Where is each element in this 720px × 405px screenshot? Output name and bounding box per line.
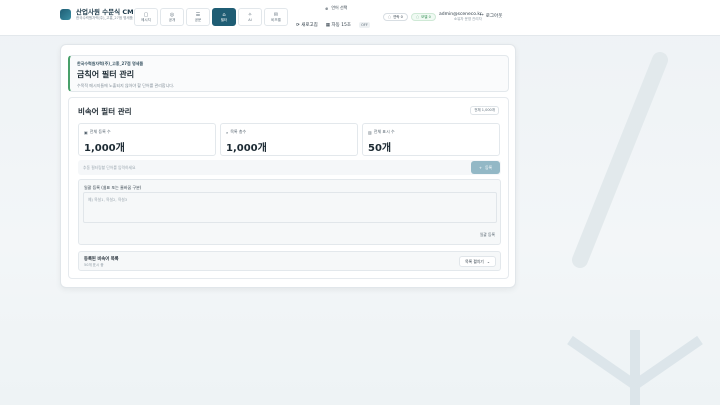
word-list-subtitle: 50개 표시 중 xyxy=(84,263,104,267)
refresh-button[interactable]: ⟳ 새로고침 xyxy=(296,22,318,28)
brand-title: 산업사원 수문식 CMS xyxy=(76,8,139,16)
add-word-row: 추동 필터링할 단어를 입력하세요 + 등록 xyxy=(78,160,501,175)
autosave-label: 자동 15초 xyxy=(331,23,352,28)
add-word-input[interactable]: 추동 필터링할 단어를 입력하세요 xyxy=(83,165,136,171)
model-status-pill[interactable]: ◌ 모델 0 xyxy=(411,13,436,21)
expand-list-button[interactable]: 목록 펼치기 ⌄ xyxy=(459,256,496,267)
nav-tab-label: 공개 xyxy=(168,17,176,22)
user-info[interactable]: admin@sceneco.kr 소유자 운영 관리자 xyxy=(439,12,482,22)
chat-icon: ◌ xyxy=(416,15,420,19)
bulk-register-box: 일괄 등록 (쉼표 또는 줄바꿈 구분) 예) 욕설1, 욕설2, 욕설3 일괄… xyxy=(78,179,501,245)
plus-icon: + xyxy=(478,165,483,170)
nav-tab-message[interactable]: ▢ 메시지 xyxy=(134,8,158,26)
autosave-state-badge[interactable]: OFF xyxy=(359,22,370,28)
stat-value: 1,000개 xyxy=(84,143,125,154)
chevron-down-icon: ⌄ xyxy=(486,259,490,264)
word-list-row: 등록된 비속어 목록 50개 표시 중 목록 펼치기 ⌄ xyxy=(78,251,501,271)
logout-label: 로그아웃 xyxy=(485,14,503,19)
refresh-icon: ⟳ xyxy=(296,23,300,28)
brand-logo xyxy=(60,9,71,20)
main-card: 한국수력원자력(주)_고흥_27점 명세품 금칙어 필터 관리 수목적 메시지들… xyxy=(60,44,516,288)
stat-card-displayed: ▥ 전체 표시 수 50개 xyxy=(362,123,500,156)
nav-tab-bizmail[interactable]: ✉ 비즈멜 xyxy=(264,8,288,26)
bulk-register-label: 일괄 등록 (쉼표 또는 줄바꿈 구분) xyxy=(84,185,142,190)
total-count-badge: 전체 1,000개 xyxy=(470,106,499,115)
bulk-register-button[interactable]: 일괄 등록 xyxy=(480,232,495,238)
stat-label: 전체 표시 수 xyxy=(373,129,395,134)
globe-icon: ⊕ xyxy=(325,5,329,11)
top-header: 산업사원 수문식 CMS 한국수력원자력(주)_고흥_27점 명세품 ▢ 메시지 … xyxy=(0,0,720,36)
stat-card-total: ▣ 전체 등록 수 1,000개 xyxy=(78,123,216,156)
chart-icon: ▥ xyxy=(368,129,372,135)
nav-tab-label: 비즈멜 xyxy=(271,17,281,22)
logout-icon: ↦ xyxy=(480,13,484,18)
nav-tabs: ▢ 메시지 ◎ 공개 ☰ 공문 ⌂ 필터 ✧ AI ✉ 비즈멜 xyxy=(134,8,288,26)
nav-tab-label: 메시지 xyxy=(141,17,151,22)
user-role: 소유자 운영 관리자 xyxy=(453,17,482,21)
nav-tab-ai[interactable]: ✧ AI xyxy=(238,8,262,26)
organization-name: 한국수력원자력(주)_고흥_27점 명세품 xyxy=(77,61,144,66)
language-label: 언어 선택 xyxy=(331,5,348,10)
brand-subtitle: 한국수력원자력(주)_고흥_27점 명세품 xyxy=(76,16,133,20)
expand-list-label: 목록 펼치기 xyxy=(465,258,484,264)
header-controls: ⟳ 새로고침 ▦ 자동 15초 OFF xyxy=(296,22,370,28)
page-title-box: 한국수력원자력(주)_고흥_27점 명세품 금칙어 필터 관리 수목적 메시지들… xyxy=(68,55,509,92)
search-icon: ⌕ xyxy=(226,129,229,135)
nav-tab-filter[interactable]: ⌂ 필터 xyxy=(212,8,236,26)
add-word-button[interactable]: + 등록 xyxy=(471,161,500,174)
contact-status-label: 연락 0 xyxy=(393,14,403,19)
model-status-label: 모델 0 xyxy=(421,14,431,19)
stat-label: 목록 총수 xyxy=(230,129,247,134)
word-list-title: 등록된 비속어 목록 xyxy=(84,257,119,262)
nav-tab-label: 공문 xyxy=(194,17,202,22)
autosave-icon: ▦ xyxy=(325,23,331,28)
stat-value: 1,000개 xyxy=(226,143,267,154)
logout-button[interactable]: ↦ 로그아웃 xyxy=(480,13,502,19)
nav-tab-label: AI xyxy=(248,18,252,22)
nav-tab-document[interactable]: ☰ 공문 xyxy=(186,8,210,26)
bulk-register-textarea[interactable]: 예) 욕설1, 욕설2, 욕설3 xyxy=(83,192,497,223)
background-slash-decoration xyxy=(572,52,668,268)
nav-tab-label: 필터 xyxy=(220,17,228,22)
stat-label: 전체 등록 수 xyxy=(89,129,111,134)
language-select[interactable]: ⊕ 언어 선택 xyxy=(325,5,347,11)
stat-value: 50개 xyxy=(368,143,392,154)
calendar-icon: ▣ xyxy=(84,129,88,135)
nav-tab-broadcast[interactable]: ◎ 공개 xyxy=(160,8,184,26)
page-title: 금칙어 필터 관리 xyxy=(77,70,135,79)
page-description: 수목적 메시지들에 노출되지 않아야 할 단어를 관리합니다. xyxy=(77,83,175,88)
chat-icon: ◌ xyxy=(388,15,392,19)
stat-card-list-total: ⌕ 목록 총수 1,000개 xyxy=(220,123,358,156)
section-title: 비속어 필터 관리 xyxy=(78,107,132,116)
add-word-label: 등록 xyxy=(485,164,493,170)
filter-section: 비속어 필터 관리 전체 1,000개 ▣ 전체 등록 수 1,000개 ⌕ 목록 … xyxy=(68,97,509,279)
brand[interactable]: 산업사원 수문식 CMS 한국수력원자력(주)_고흥_27점 명세품 xyxy=(60,8,138,21)
background-asterisk-decoration xyxy=(567,330,703,405)
contact-status-pill[interactable]: ◌ 연락 0 xyxy=(383,13,408,21)
refresh-label: 새로고침 xyxy=(301,23,318,28)
autosave-toggle[interactable]: ▦ 자동 15초 xyxy=(326,22,351,28)
